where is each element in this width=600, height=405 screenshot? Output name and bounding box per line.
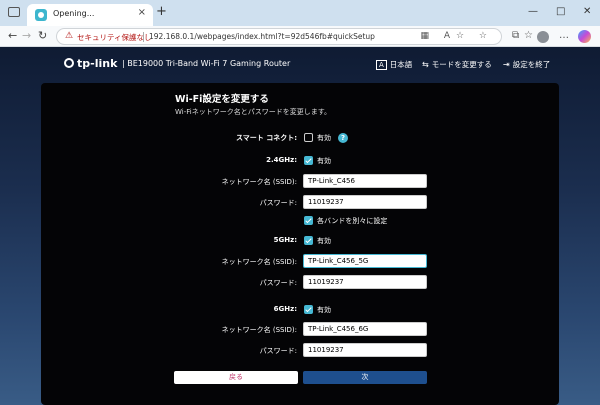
band-6-ssid-label: ネットワーク名 (SSID): bbox=[221, 326, 297, 334]
split-screen-icon[interactable]: ⧉ bbox=[512, 30, 519, 41]
tab-opening[interactable]: Opening... × bbox=[27, 4, 153, 26]
exit-setup-label: 設定を終了 bbox=[512, 60, 551, 69]
band-6-checkbox[interactable] bbox=[304, 305, 313, 314]
minimize-button[interactable]: — bbox=[528, 6, 538, 17]
browser-toolbar: ← → ↻ ⚠ セキュリティ保護なし 192.168.0.1/webpages/… bbox=[0, 26, 600, 47]
new-tab-button[interactable]: + bbox=[156, 5, 167, 19]
router-model: | BE19000 Tri-Band Wi-Fi 7 Gaming Router bbox=[122, 59, 291, 68]
band-24-ssid-input[interactable]: TP-Link_C456 bbox=[303, 174, 427, 188]
reload-icon[interactable]: ↻ bbox=[38, 29, 47, 43]
router-header: tp-link | BE19000 Tri-Band Wi-Fi 7 Gamin… bbox=[0, 47, 600, 82]
workspaces-icon[interactable] bbox=[8, 7, 20, 17]
page-subtitle: Wi-Fiネットワーク名とパスワードを変更します。 bbox=[175, 108, 331, 116]
smart-connect-enable-label: 有効 bbox=[317, 134, 331, 142]
band-6-password-input[interactable]: 11019237 bbox=[303, 343, 427, 357]
separate-bands-label: 各バンドを別々に設定 bbox=[317, 217, 388, 225]
language-label: 日本語 bbox=[389, 60, 413, 69]
router-page: tp-link | BE19000 Tri-Band Wi-Fi 7 Gamin… bbox=[0, 47, 600, 405]
band-6-label: 6GHz: bbox=[273, 305, 297, 313]
brand-name: tp-link bbox=[77, 57, 118, 70]
back-arrow-icon[interactable]: ← bbox=[8, 29, 17, 43]
band-6-enable-label: 有効 bbox=[317, 306, 331, 314]
tab-bar: Opening... × + — □ ✕ bbox=[0, 0, 600, 26]
wifi-settings-panel: Wi-Fi設定を変更する Wi-Fiネットワーク名とパスワードを変更します。 ス… bbox=[41, 83, 559, 405]
page-title: Wi-Fi設定を変更する bbox=[175, 94, 269, 105]
close-window-button[interactable]: ✕ bbox=[583, 6, 591, 17]
exit-icon: ⇥ bbox=[503, 60, 510, 69]
switch-arrows-icon: ⇆ bbox=[422, 60, 429, 69]
address-separator bbox=[143, 32, 144, 42]
band-6-ssid-input[interactable]: TP-Link_C456_6G bbox=[303, 322, 427, 336]
band-24-label: 2.4GHz: bbox=[266, 156, 297, 164]
exit-setup-link[interactable]: ⇥ 設定を終了 bbox=[503, 59, 550, 70]
smart-connect-label: スマート コネクト: bbox=[235, 134, 297, 142]
band-5-password-input[interactable]: 11019237 bbox=[303, 275, 427, 289]
band-5-label: 5GHz: bbox=[273, 236, 297, 244]
band-6-password-label: パスワード: bbox=[259, 347, 297, 355]
next-button[interactable]: 次 bbox=[303, 371, 427, 384]
tp-link-favicon-icon bbox=[35, 9, 47, 21]
band-5-ssid-label: ネットワーク名 (SSID): bbox=[221, 258, 297, 266]
band-24-password-label: パスワード: bbox=[259, 199, 297, 207]
favorites-icon[interactable]: ☆ bbox=[524, 30, 533, 41]
tab-title: Opening... bbox=[53, 9, 95, 18]
address-bar-actions-icon[interactable]: ▦ A☆ ☆ bbox=[420, 31, 493, 41]
band-5-checkbox[interactable] bbox=[304, 236, 313, 245]
band-5-ssid-input[interactable]: TP-Link_C456_5G bbox=[303, 254, 427, 268]
warning-icon[interactable]: ⚠ bbox=[65, 31, 73, 41]
address-bar[interactable]: ⚠ セキュリティ保護なし 192.168.0.1/webpages/index.… bbox=[56, 28, 502, 45]
forward-arrow-icon[interactable]: → bbox=[22, 29, 31, 43]
help-icon[interactable]: ? bbox=[338, 133, 348, 143]
tp-link-logo-icon bbox=[64, 58, 74, 68]
band-5-password-label: パスワード: bbox=[259, 279, 297, 287]
band-24-ssid-label: ネットワーク名 (SSID): bbox=[221, 178, 297, 186]
band-5-enable-label: 有効 bbox=[317, 237, 331, 245]
band-24-enable-label: 有効 bbox=[317, 157, 331, 165]
change-mode-link[interactable]: ⇆ モードを変更する bbox=[422, 59, 492, 70]
language-link[interactable]: A 日本語 bbox=[376, 59, 412, 70]
profile-avatar[interactable] bbox=[537, 31, 549, 43]
url-text[interactable]: 192.168.0.1/webpages/index.html?t=92d546… bbox=[149, 32, 375, 41]
smart-connect-checkbox[interactable] bbox=[304, 133, 313, 142]
security-status[interactable]: セキュリティ保護なし bbox=[77, 32, 152, 43]
band-24-checkbox[interactable] bbox=[304, 156, 313, 165]
brand-logo: tp-link bbox=[64, 57, 117, 70]
copilot-icon[interactable] bbox=[578, 30, 591, 43]
back-button[interactable]: 戻る bbox=[174, 371, 298, 384]
settings-menu-icon[interactable]: … bbox=[559, 30, 569, 41]
maximize-button[interactable]: □ bbox=[556, 6, 565, 17]
separate-bands-checkbox[interactable] bbox=[304, 216, 313, 225]
tab-close-icon[interactable]: × bbox=[138, 7, 146, 18]
language-icon: A bbox=[376, 60, 387, 70]
band-24-password-input[interactable]: 11019237 bbox=[303, 195, 427, 209]
change-mode-label: モードを変更する bbox=[431, 60, 492, 69]
